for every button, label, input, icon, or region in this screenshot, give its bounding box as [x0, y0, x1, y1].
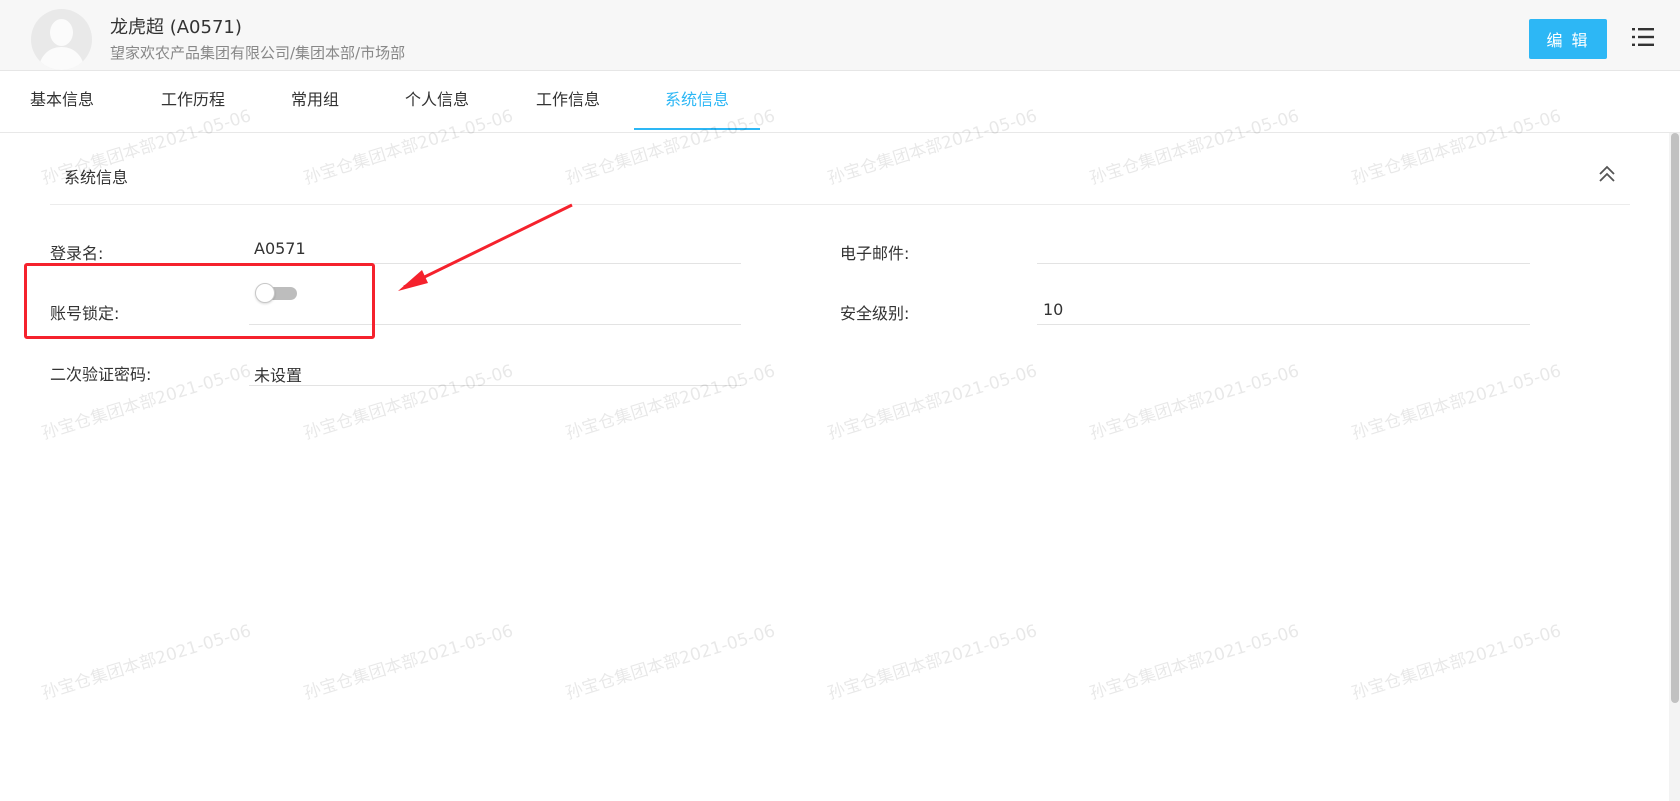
active-tab-indicator [634, 128, 760, 130]
org-path: 望家欢农产品集团有限公司/集团本部/市场部 [110, 44, 406, 62]
section-title: 系统信息 [64, 168, 129, 187]
tab-bar: 基本信息 工作历程 常用组 个人信息 工作信息 系统信息 [0, 71, 1680, 133]
scrollbar-thumb[interactable] [1671, 133, 1679, 703]
section-divider [50, 204, 1630, 205]
watermark: 孙宝仓集团本部2021-05-06 [825, 621, 1040, 704]
watermark: 孙宝仓集团本部2021-05-06 [1349, 621, 1564, 704]
watermark: 孙宝仓集团本部2021-05-06 [825, 361, 1040, 444]
watermark: 孙宝仓集团本部2021-05-06 [563, 361, 778, 444]
two-factor-value: 未设置 [254, 366, 303, 385]
email-underline [1037, 263, 1530, 264]
email-label: 电子邮件: [840, 244, 910, 263]
tab-work-info[interactable]: 工作信息 [536, 71, 600, 132]
security-level-value: 10 [1043, 300, 1064, 319]
watermark: 孙宝仓集团本部2021-05-06 [301, 621, 516, 704]
watermark: 孙宝仓集团本部2021-05-06 [1087, 621, 1302, 704]
watermark: 孙宝仓集团本部2021-05-06 [301, 361, 516, 444]
user-avatar-icon [31, 9, 92, 70]
profile-header: 龙虎超 (A0571) 望家欢农产品集团有限公司/集团本部/市场部 编 辑 [0, 0, 1680, 71]
watermark: 孙宝仓集团本部2021-05-06 [39, 621, 254, 704]
two-factor-underline [249, 385, 741, 386]
annotation-highlight-box [24, 263, 375, 339]
tab-system-info[interactable]: 系统信息 [665, 71, 729, 132]
edit-button[interactable]: 编 辑 [1529, 19, 1607, 59]
tab-basic-info[interactable]: 基本信息 [30, 71, 94, 132]
tab-personal-info[interactable]: 个人信息 [405, 71, 469, 132]
tab-work-history[interactable]: 工作历程 [161, 71, 225, 132]
tab-common-groups[interactable]: 常用组 [291, 71, 339, 132]
watermark: 孙宝仓集团本部2021-05-06 [1349, 361, 1564, 444]
login-name-value: A0571 [254, 239, 306, 258]
vertical-scrollbar[interactable] [1669, 133, 1680, 801]
security-level-underline [1037, 324, 1530, 325]
watermark: 孙宝仓集团本部2021-05-06 [1087, 361, 1302, 444]
user-name: 龙虎超 (A0571) [110, 17, 242, 38]
annotation-arrow-icon [398, 203, 573, 291]
watermark: 孙宝仓集团本部2021-05-06 [563, 621, 778, 704]
two-factor-label: 二次验证密码: [50, 365, 152, 384]
double-chevron-up-icon[interactable] [1597, 164, 1617, 184]
security-level-label: 安全级别: [840, 304, 910, 323]
login-name-label: 登录名: [50, 244, 104, 263]
list-menu-icon[interactable] [1632, 27, 1654, 47]
